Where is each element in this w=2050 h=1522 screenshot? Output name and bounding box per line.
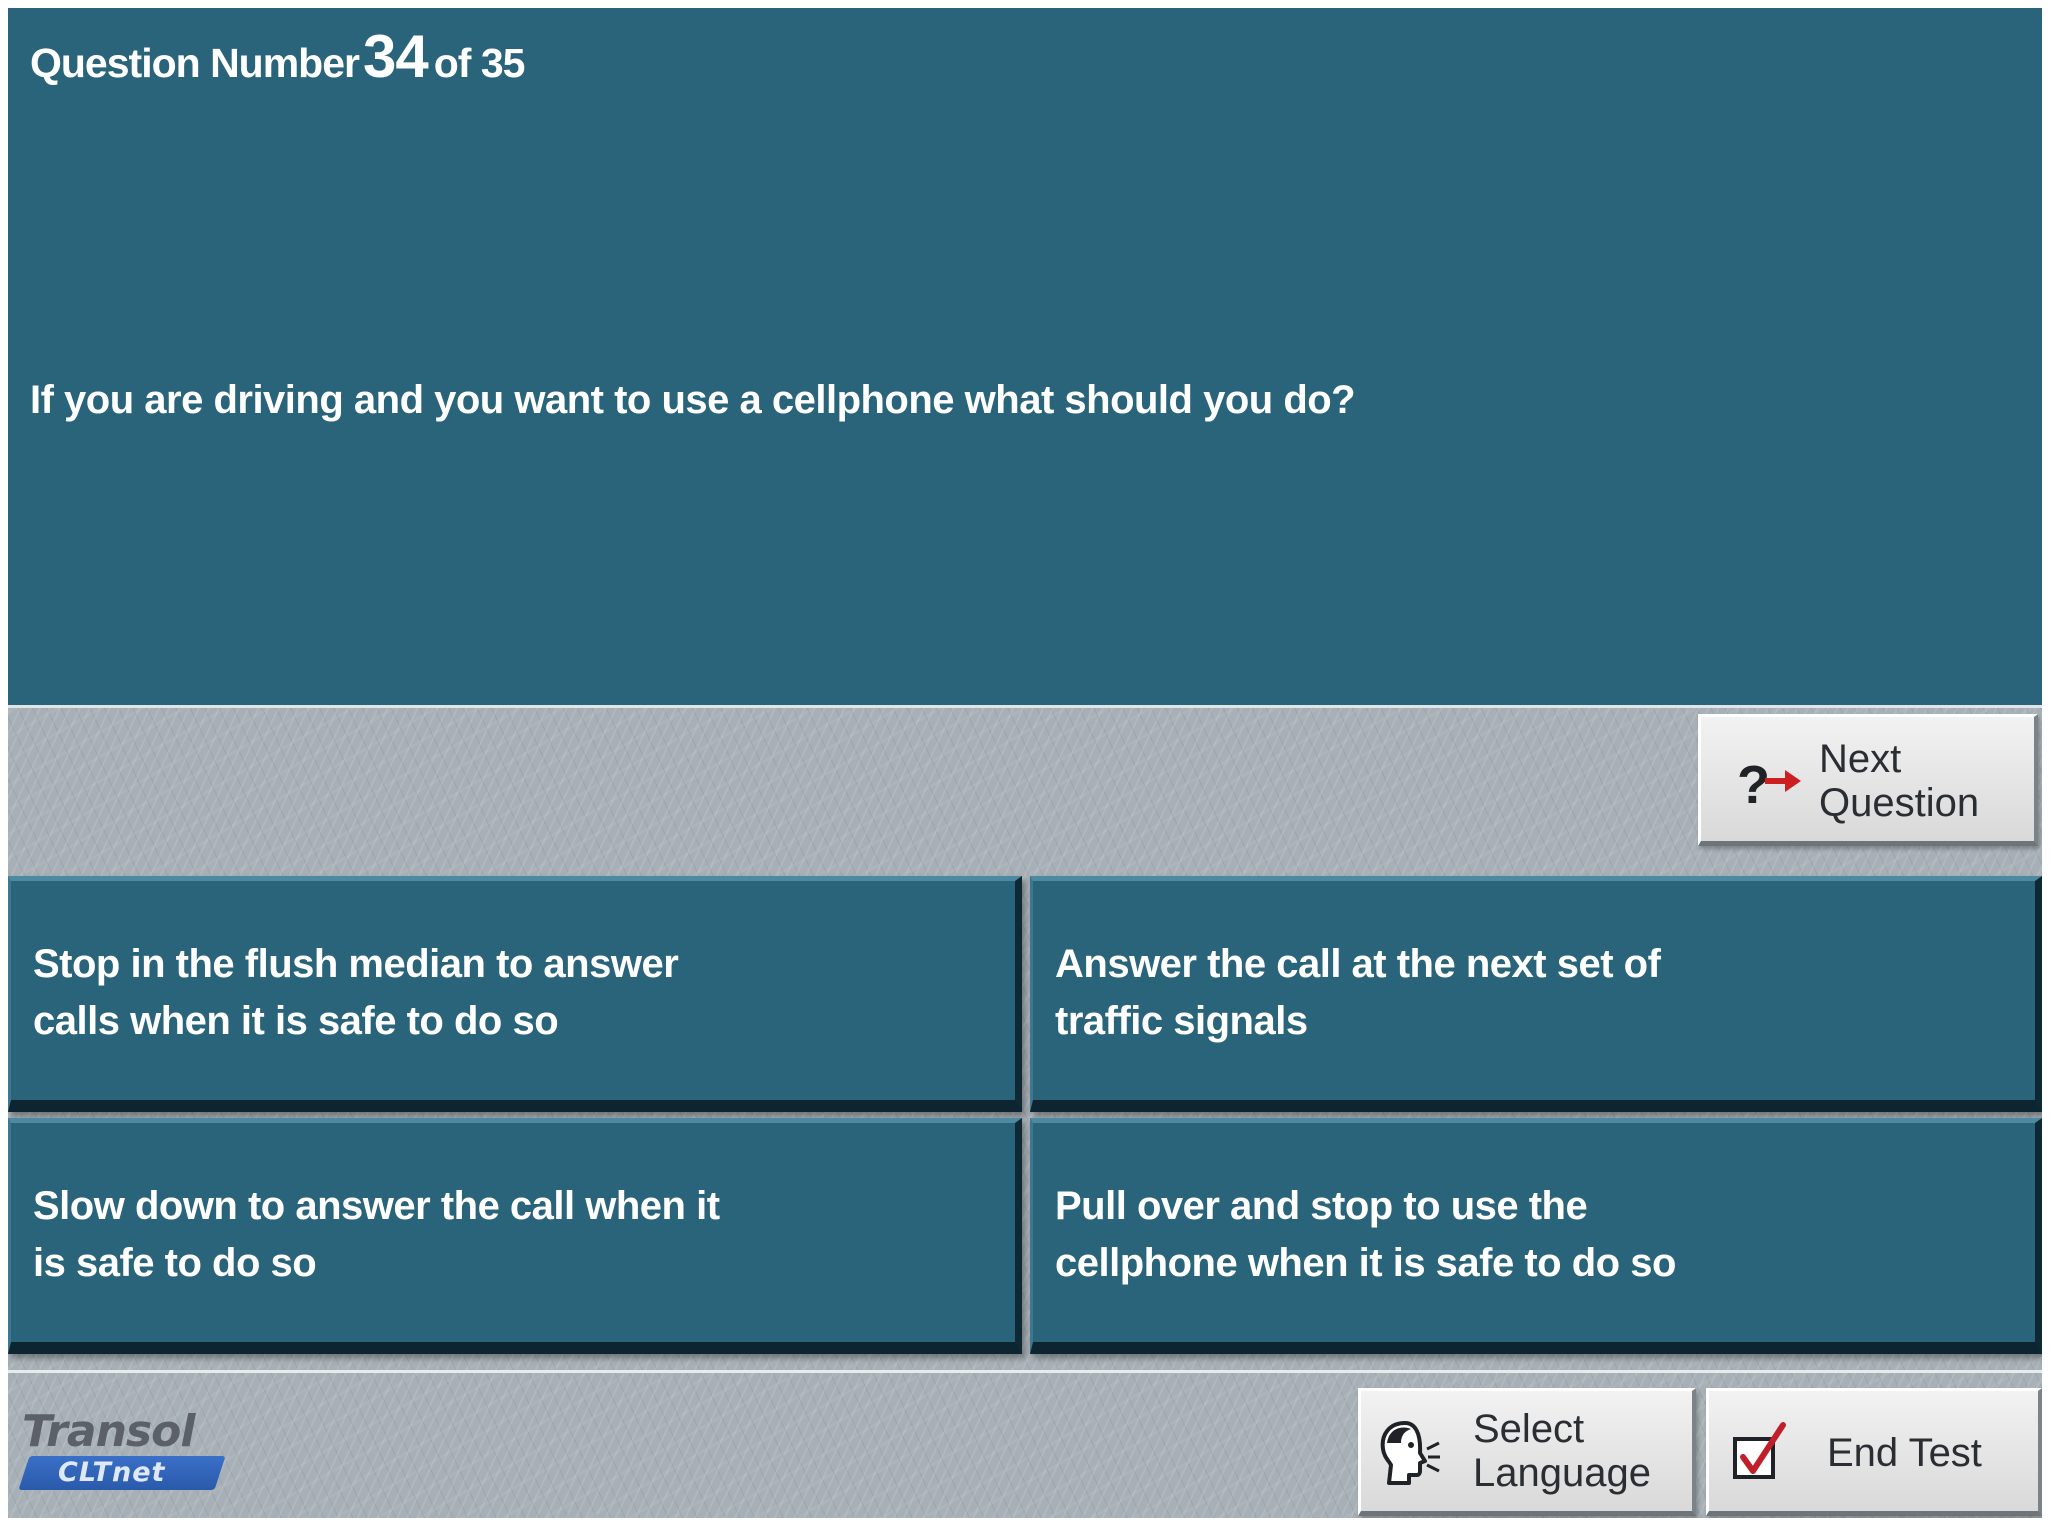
question-number-prefix: Question Number [30,40,360,86]
end-test-button[interactable]: End Test [1706,1388,2042,1516]
question-number-total: of 35 [433,40,526,86]
question-number: Question Number34 of 35 [30,22,526,91]
question-arrow-icon: ? [1737,751,1803,815]
logo-wordmark: Transol [22,1406,195,1457]
question-number-current: 34 [362,23,429,90]
answer-option-b-text: Answer the call at the next set of traff… [1055,942,1661,1043]
footer-divider [8,1370,2042,1373]
answer-option-a-text: Stop in the flush median to answer calls… [33,942,679,1043]
answer-option-d-text: Pull over and stop to use the cellphone … [1055,1184,1676,1285]
answer-option-d[interactable]: Pull over and stop to use the cellphone … [1030,1118,2042,1354]
answer-option-a[interactable]: Stop in the flush median to answer calls… [8,876,1022,1112]
next-question-button[interactable]: ? Next Question [1698,714,2038,846]
answer-option-c-text: Slow down to answer the call when it is … [33,1184,720,1285]
logo-subtext: CLTnet [58,1457,166,1488]
select-language-button[interactable]: Select Language [1358,1388,1696,1516]
select-language-label: Select Language [1473,1407,1651,1495]
end-test-label: End Test [1827,1431,1982,1475]
answer-option-c[interactable]: Slow down to answer the call when it is … [8,1118,1022,1354]
answer-option-b[interactable]: Answer the call at the next set of traff… [1030,876,2042,1112]
test-screen: Question Number34 of 35 If you are drivin… [8,8,2042,1518]
next-question-label: Next Question [1819,737,1980,825]
transol-logo: Transol CLTnet [18,1406,242,1496]
question-panel: Question Number34 of 35 If you are drivin… [8,8,2042,708]
question-text: If you are driving and you want to use a… [30,378,1356,422]
speaking-head-icon [1375,1419,1441,1489]
checkbox-tick-icon [1731,1421,1787,1481]
